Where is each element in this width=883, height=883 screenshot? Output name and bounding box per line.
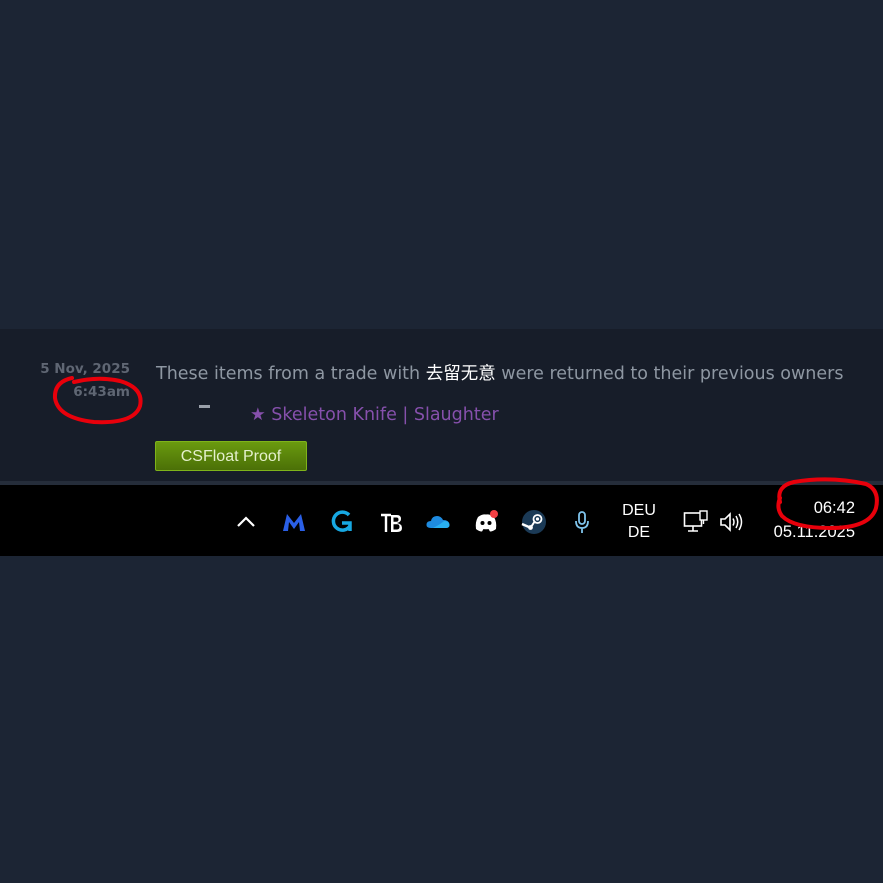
csfloat-proof-button[interactable]: CSFloat Proof [155, 441, 307, 471]
chevron-up-icon[interactable] [233, 509, 259, 535]
trade-description: These items from a trade with 去留无意 were … [156, 360, 843, 385]
clock-date[interactable]: 05.11.2025 [774, 523, 855, 542]
onedrive-icon[interactable] [425, 509, 451, 535]
keyboard-layout: DE [627, 524, 651, 541]
clock-time[interactable]: 06:42 [814, 499, 855, 518]
language-code: DEU [622, 502, 656, 519]
trade-message-prefix: These items from a trade with [156, 364, 426, 384]
volume-icon[interactable] [718, 509, 744, 535]
malwarebytes-icon[interactable] [281, 509, 307, 535]
microphone-icon[interactable] [569, 509, 595, 535]
trade-time: 6:43am [73, 384, 130, 400]
network-icon[interactable] [683, 509, 709, 535]
steam-icon[interactable] [521, 509, 547, 535]
discord-icon[interactable] [473, 509, 499, 535]
trade-message-suffix: were returned to their previous owners [495, 364, 844, 384]
input-language-indicator[interactable]: DEU DE [615, 500, 663, 544]
item-status-dash [199, 405, 210, 408]
trade-item-link[interactable]: ★ Skeleton Knife | Slaughter [250, 405, 499, 425]
windows-taskbar: DEU DE 06:42 05.11.2025 [0, 485, 883, 556]
trade-date: 5 Nov, 2025 [40, 361, 130, 377]
tb-icon[interactable] [378, 509, 404, 535]
trade-partner-link[interactable]: 去留无意 [426, 364, 496, 384]
logitech-g-icon[interactable] [329, 509, 355, 535]
trade-history-row: 5 Nov, 2025 6:43am These items from a tr… [0, 329, 883, 485]
